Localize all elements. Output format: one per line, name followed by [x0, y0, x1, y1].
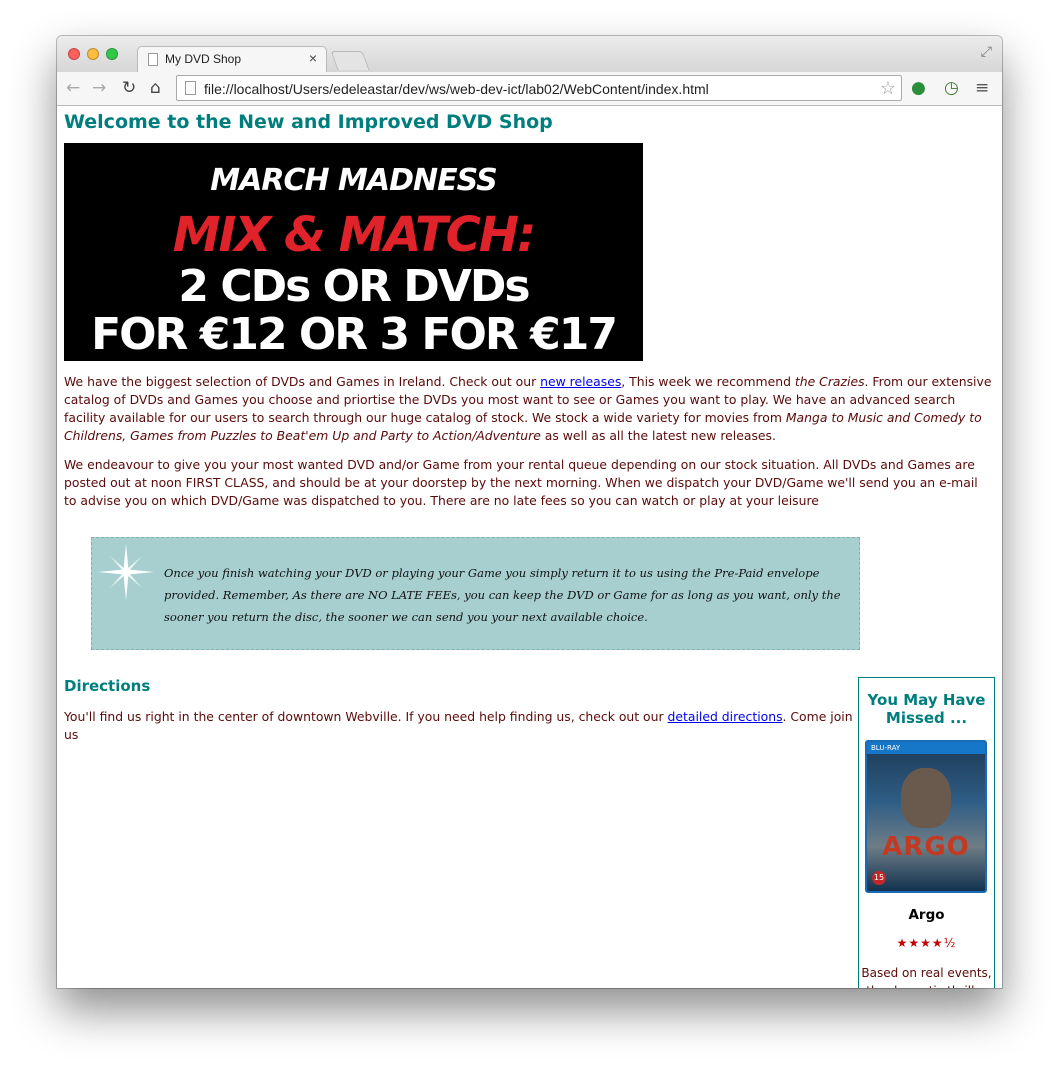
new-releases-link[interactable]: new releases — [540, 374, 621, 389]
reload-icon[interactable]: ↻ — [122, 78, 136, 98]
sidebar-heading: You May Have Missed ... — [867, 691, 986, 727]
intro-text: We have the biggest selection of DVDs an… — [64, 374, 541, 389]
page-heading: Welcome to the New and Improved DVD Shop — [64, 111, 553, 133]
page-icon — [185, 81, 196, 95]
close-window-button[interactable] — [68, 48, 80, 60]
url-text[interactable]: file://localhost/Users/edeleastar/dev/ws… — [204, 81, 709, 97]
back-arrow-icon[interactable]: ← — [66, 78, 80, 98]
menu-icon[interactable]: ≡ — [975, 78, 989, 98]
movie-blurb: Based on real events, the dramatic thril… — [861, 966, 992, 988]
browser-tab[interactable]: My DVD Shop × — [137, 46, 327, 72]
detailed-directions-link[interactable]: detailed directions — [668, 709, 783, 724]
movie-title: Argo — [908, 907, 945, 923]
window-controls — [68, 48, 118, 60]
banner-line-1: MARCH MADNESS — [210, 163, 497, 198]
star-rating: ★★★★½ — [896, 936, 957, 950]
return-note-box: Once you finish watching your DVD or pla… — [91, 537, 860, 650]
new-tab-button[interactable] — [330, 51, 370, 70]
cover-title: ARGO — [882, 832, 970, 862]
document-icon — [148, 53, 158, 66]
zoom-window-button[interactable] — [106, 48, 118, 60]
age-rating-badge: 15 — [872, 871, 886, 885]
you-may-have-missed-sidebar: You May Have Missed ... BLU-RAY ARGO 15 … — [858, 677, 995, 988]
return-note-text: Once you finish watching your DVD or pla… — [164, 566, 841, 624]
directions-heading: Directions — [64, 677, 151, 695]
intro-text: , This week we recommend — [621, 374, 795, 389]
shipping-paragraph: We endeavour to give you your most wante… — [64, 457, 978, 508]
intro-paragraph: We have the biggest selection of DVDs an… — [64, 373, 994, 445]
cover-portrait — [901, 768, 951, 828]
argo-cover-image[interactable]: BLU-RAY ARGO 15 — [865, 740, 987, 893]
recommendation-text: the Crazies — [794, 374, 865, 389]
address-bar[interactable]: file://localhost/Users/edeleastar/dev/ws… — [176, 75, 902, 101]
bookmark-star-icon[interactable]: ☆ — [880, 78, 896, 99]
bluray-label: BLU-RAY — [867, 742, 985, 754]
clock-extension-icon[interactable]: ◷ — [944, 78, 959, 98]
intro-text: as well as all the latest new releases. — [540, 428, 776, 443]
directions-text: You'll find us right in the center of do… — [64, 709, 668, 724]
banner-line-3: 2 CDs OR DVDs — [178, 261, 530, 312]
browser-window: My DVD Shop × ⤢ ← → ↻ ⌂ file://localhost… — [57, 36, 1002, 988]
title-bar: My DVD Shop × ⤢ — [57, 36, 1002, 72]
close-tab-icon[interactable]: × — [309, 50, 317, 66]
sparkle-icon — [98, 544, 154, 600]
globe-extension-icon[interactable]: ● — [911, 78, 926, 98]
minimize-window-button[interactable] — [87, 48, 99, 60]
banner-line-4: FOR €12 OR 3 FOR €17 — [91, 309, 618, 360]
tab-title: My DVD Shop — [165, 52, 242, 66]
browser-toolbar: ← → ↻ ⌂ file://localhost/Users/edeleasta… — [57, 72, 1002, 106]
page-content: Welcome to the New and Improved DVD Shop… — [57, 106, 1002, 988]
directions-paragraph: You'll find us right in the center of do… — [64, 708, 854, 744]
home-icon[interactable]: ⌂ — [150, 78, 161, 98]
promo-banner: MARCH MADNESS MIX & MATCH: 2 CDs OR DVDs… — [64, 143, 643, 361]
fullscreen-icon[interactable]: ⤢ — [981, 44, 992, 60]
banner-line-2: MIX & MATCH: — [172, 207, 537, 263]
forward-arrow-icon[interactable]: → — [92, 78, 106, 98]
